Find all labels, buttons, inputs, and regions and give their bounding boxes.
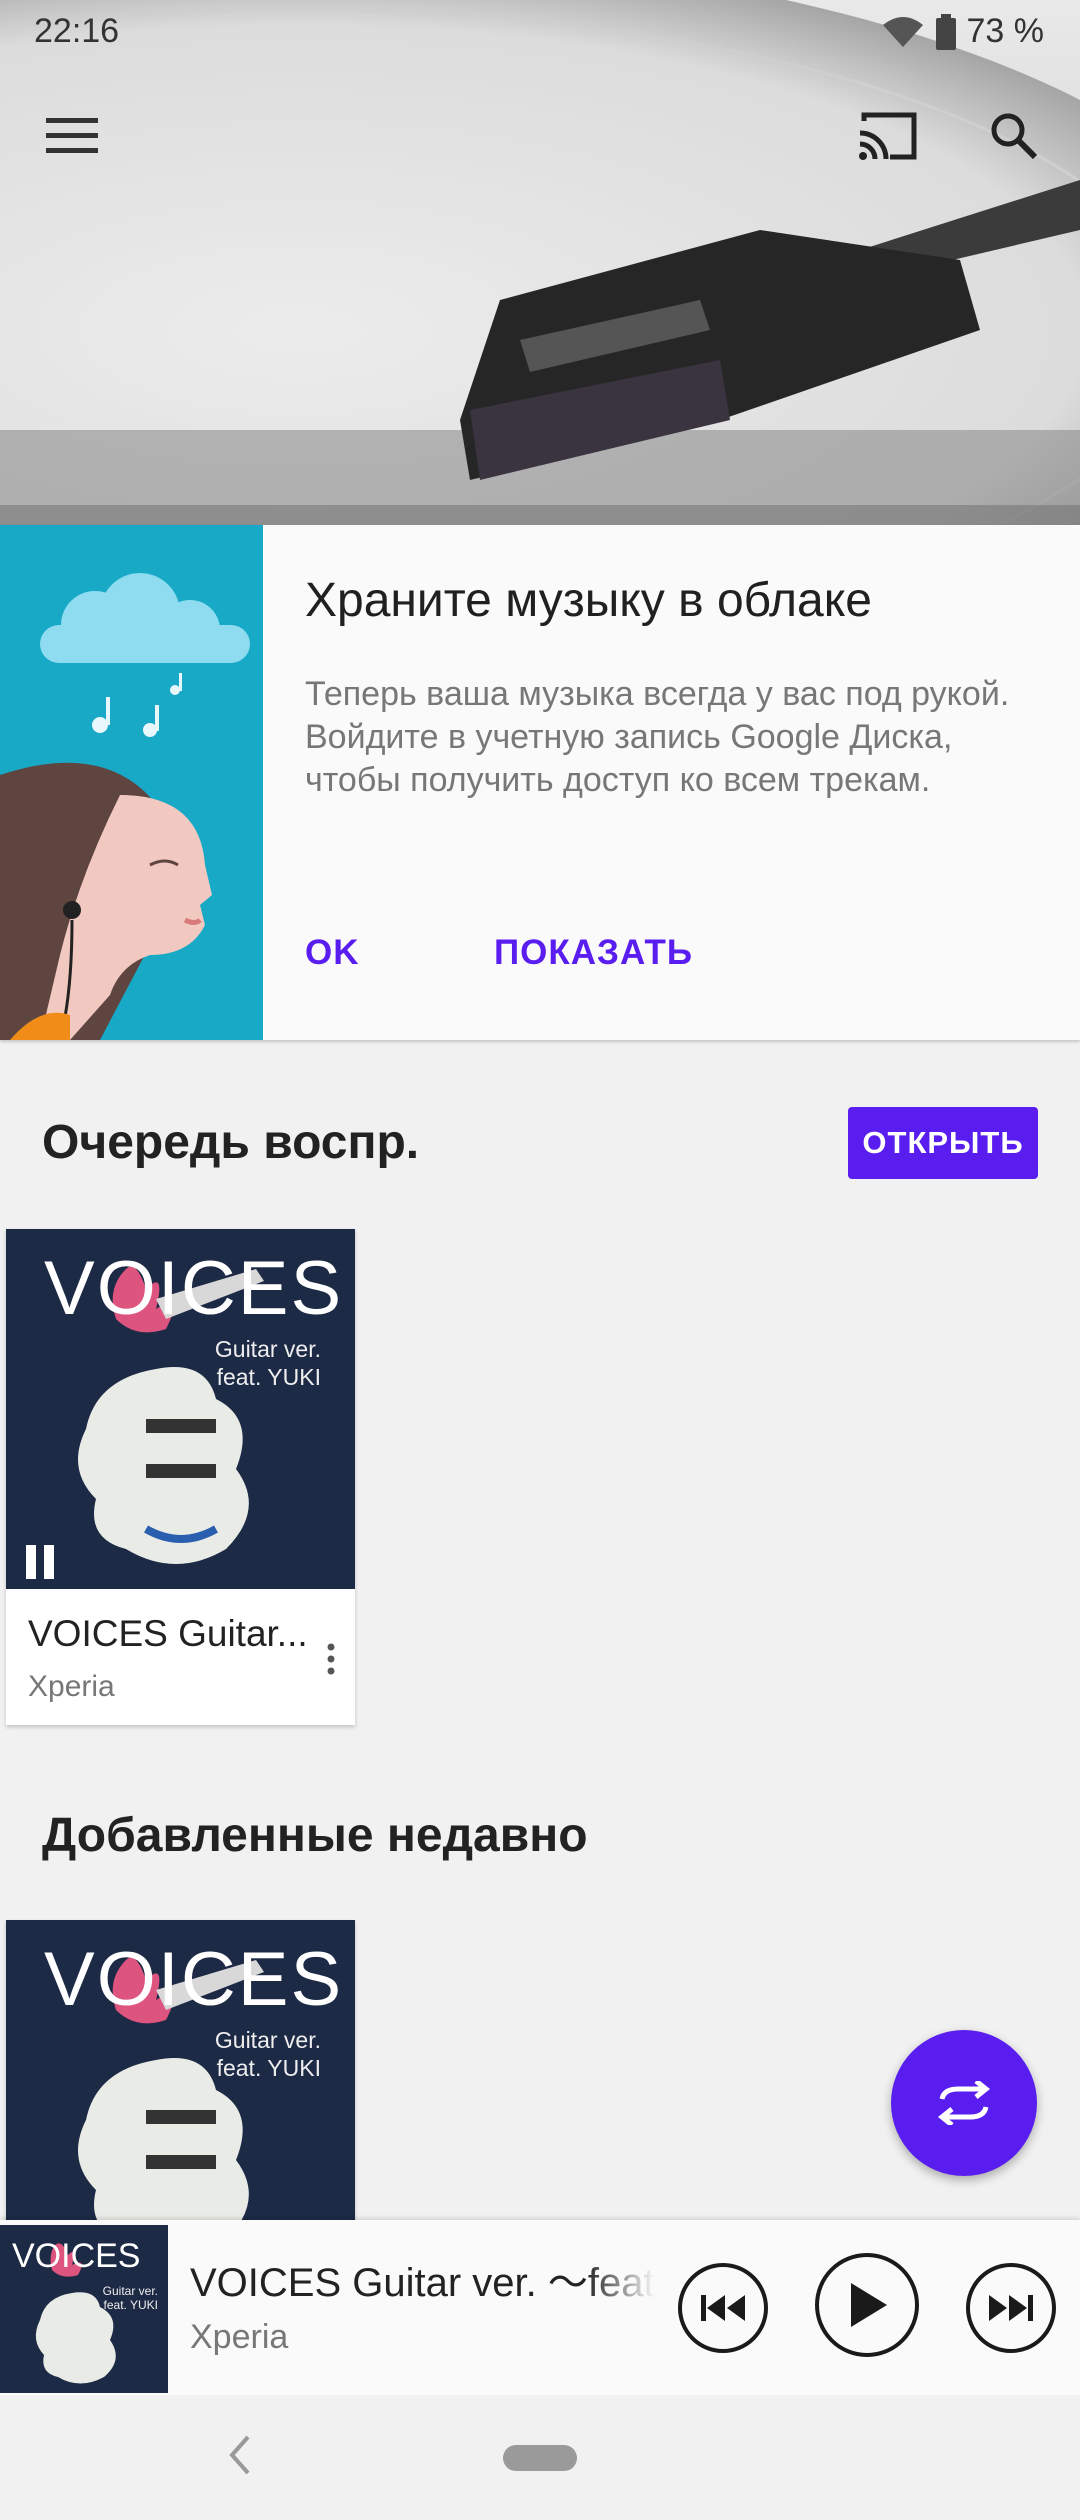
open-queue-button[interactable]: ОТКРЫТЬ <box>848 1107 1038 1179</box>
menu-button[interactable] <box>24 88 120 184</box>
album-art: VOICES Guitar ver. feat. YUKI <box>6 1920 355 2220</box>
svg-text:Guitar ver.: Guitar ver. <box>103 2284 158 2298</box>
ok-button[interactable]: OK <box>305 933 360 973</box>
menu-icon <box>46 118 98 153</box>
swap-fab-button[interactable] <box>891 2030 1037 2176</box>
swap-icon <box>937 2081 991 2125</box>
album-art-subtitle: Guitar ver. feat. YUKI <box>214 1336 321 1390</box>
player-album-art: VOICES Guitar ver. feat. YUKI <box>0 2225 168 2393</box>
turntable-image <box>0 0 1080 525</box>
wifi-icon <box>882 16 923 47</box>
next-button[interactable] <box>966 2263 1056 2353</box>
album-artist: Xperia <box>28 1670 115 1703</box>
promo-illustration <box>0 525 263 1040</box>
svg-text:VOICES: VOICES <box>12 2237 140 2275</box>
battery-percent: 73 % <box>966 12 1045 50</box>
previous-button[interactable] <box>678 2263 768 2353</box>
album-art-title: VOICES <box>44 1937 344 2022</box>
search-icon <box>991 113 1038 160</box>
album-more-button[interactable] <box>311 1629 351 1689</box>
show-button[interactable]: ПОКАЗАТЬ <box>494 933 693 973</box>
album-art: VOICES Guitar ver. feat. YUKI <box>6 1229 355 1589</box>
cast-button[interactable] <box>840 88 936 184</box>
album-art-title: VOICES <box>44 1246 344 1331</box>
battery-icon <box>935 13 956 50</box>
promo-title: Храните музыку в облаке <box>305 574 872 627</box>
system-nav-bar <box>0 2395 1080 2520</box>
skip-next-icon <box>989 2295 1033 2321</box>
play-icon <box>851 2283 887 2327</box>
mini-player[interactable]: VOICES Guitar ver. feat. YUKI VOICES Gui… <box>0 2220 1080 2395</box>
status-bar: 22:16 73 % <box>0 0 1080 66</box>
player-artist: Xperia <box>190 2318 289 2356</box>
svg-text:feat. YUKI: feat. YUKI <box>104 2298 158 2312</box>
more-vert-icon <box>327 1643 335 1675</box>
cloud-promo-card: Храните музыку в облаке Теперь ваша музы… <box>0 525 1080 1040</box>
recent-album-card[interactable]: VOICES Guitar ver. feat. YUKI <box>6 1920 355 2220</box>
album-art-subtitle: Guitar ver. feat. YUKI <box>214 2027 321 2081</box>
player-track-title: VOICES Guitar ver. 〜feat. YUKI〜 <box>190 2261 655 2305</box>
promo-description: Теперь ваша музыка всегда у вас под руко… <box>305 675 1010 799</box>
cast-icon <box>859 112 917 160</box>
header-hero-image: 22:16 73 % <box>0 0 1080 525</box>
skip-previous-icon <box>701 2295 745 2321</box>
status-time: 22:16 <box>34 12 120 50</box>
queue-section-title: Очередь воспр. <box>42 1116 420 1169</box>
play-button[interactable] <box>815 2253 919 2357</box>
search-button[interactable] <box>966 88 1062 184</box>
album-title: VOICES Guitar... <box>28 1613 308 1654</box>
pause-icon <box>26 1545 54 1579</box>
back-icon <box>229 2435 250 2475</box>
home-pill[interactable] <box>503 2445 577 2471</box>
queue-album-card[interactable]: VOICES Guitar ver. feat. YUKI VOICES Gui… <box>6 1229 355 1725</box>
recent-section-title: Добавленные недавно <box>42 1809 588 1862</box>
back-button[interactable] <box>210 2425 270 2485</box>
